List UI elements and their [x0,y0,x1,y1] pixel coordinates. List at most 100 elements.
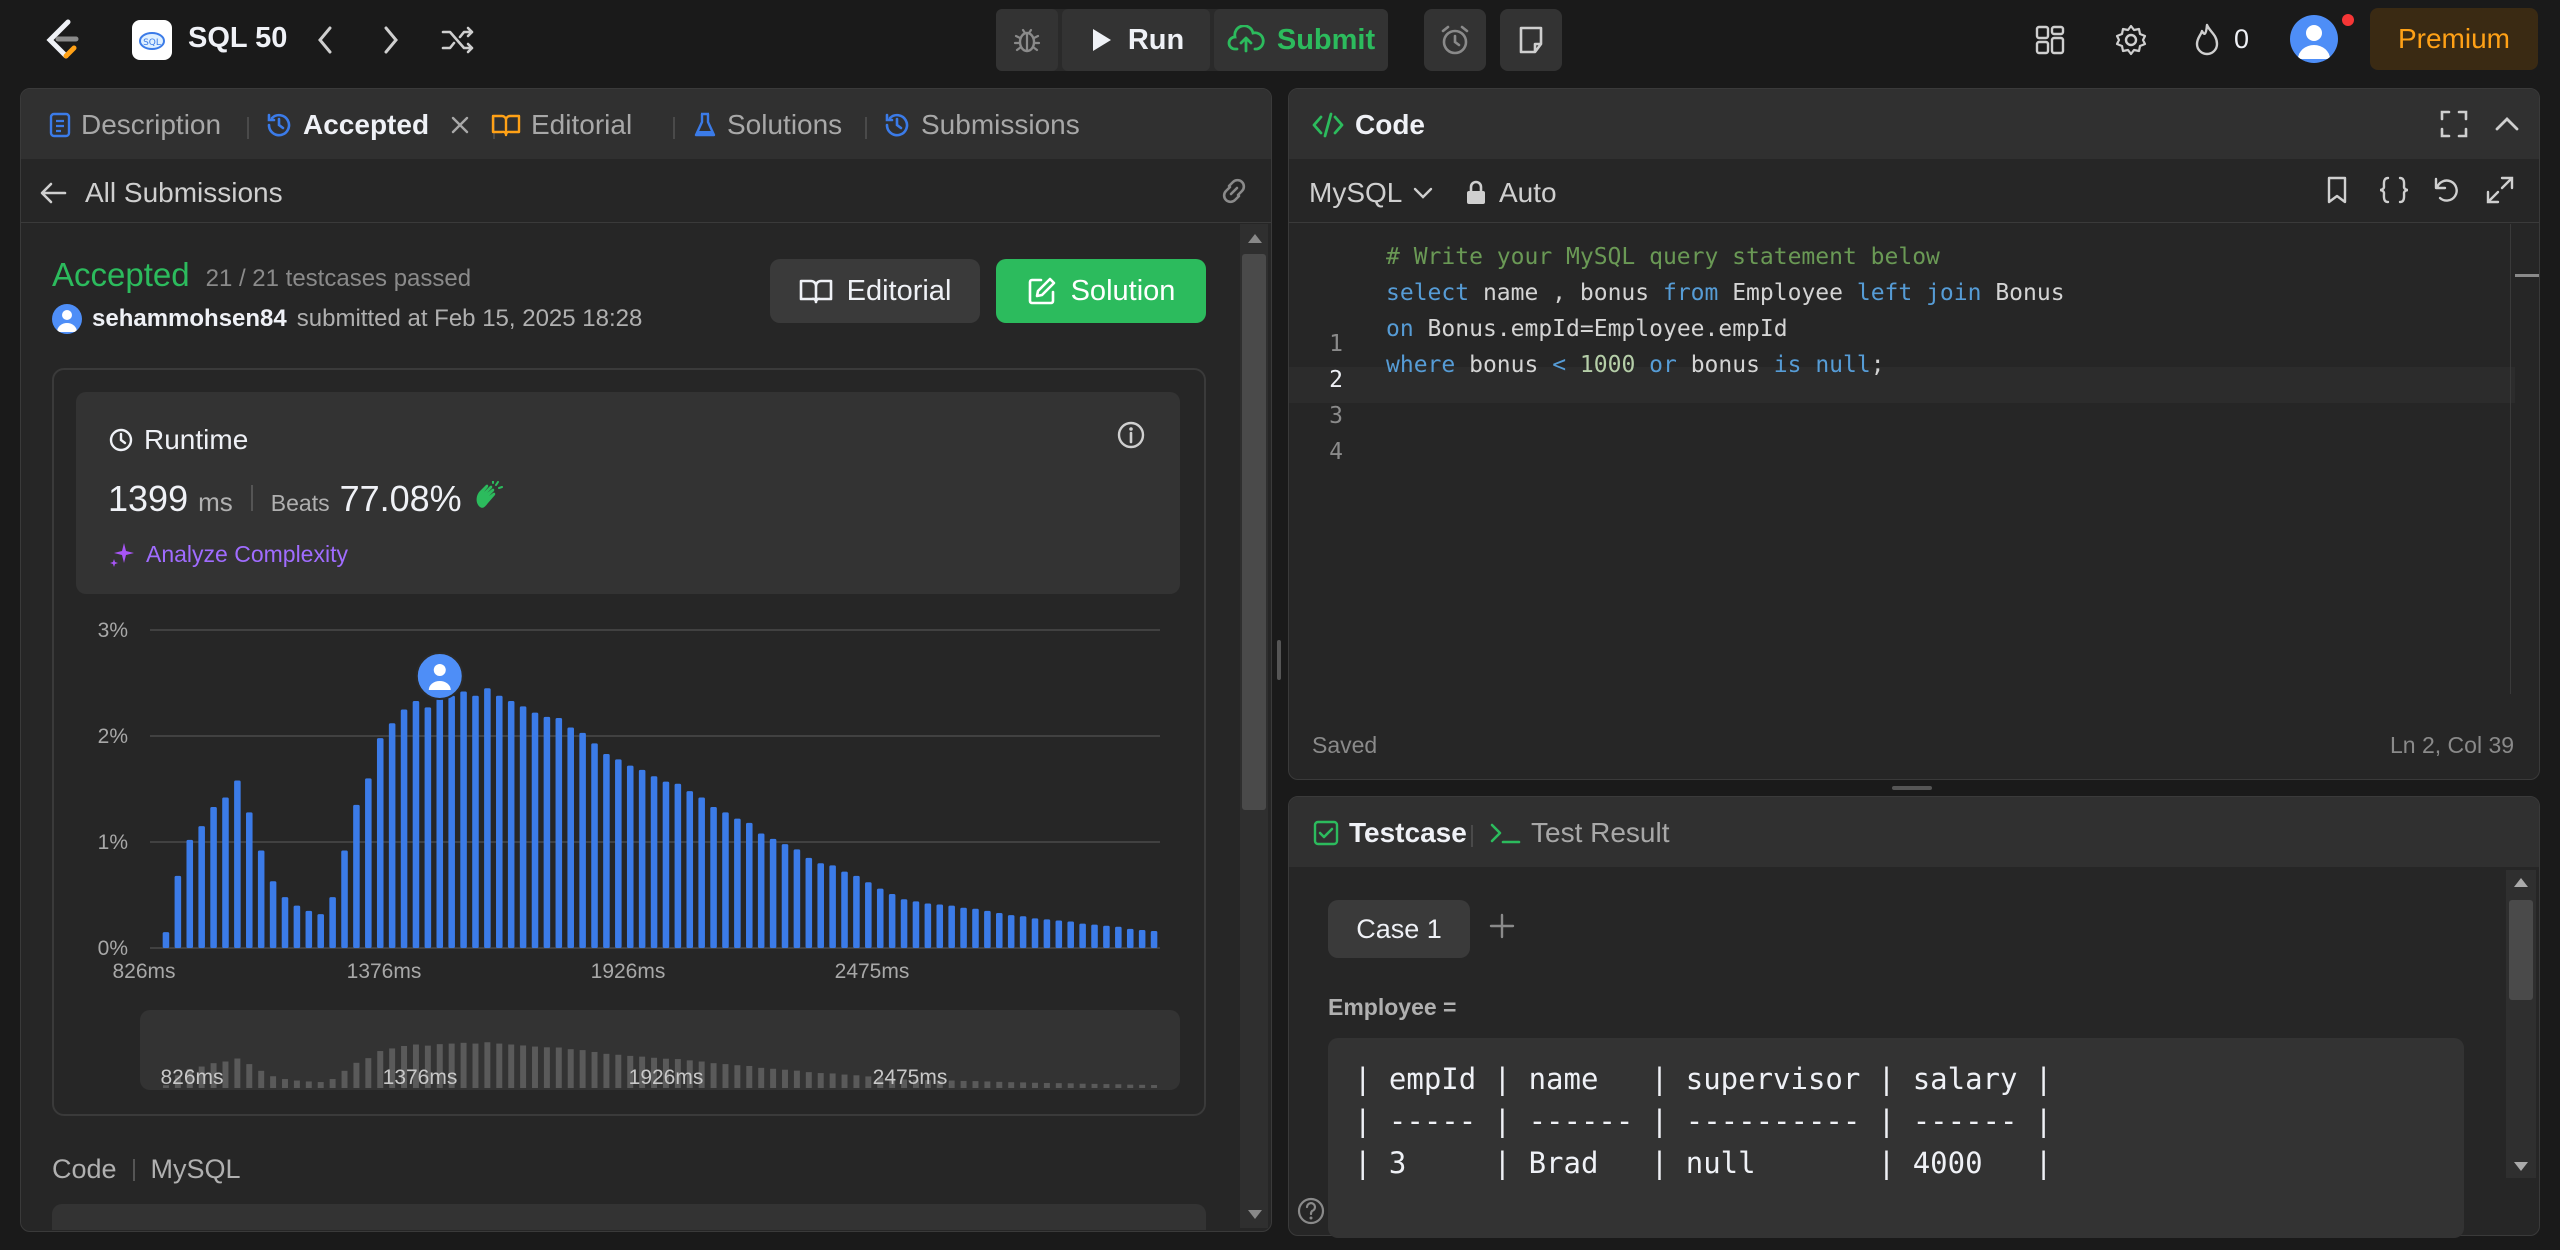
chart-bar[interactable] [579,732,586,948]
sql-badge-icon[interactable]: SQL [132,20,172,60]
chart-bar[interactable] [1031,918,1039,948]
user-avatar[interactable] [2290,15,2338,63]
chart-bar[interactable] [1138,929,1146,948]
chart-bar[interactable] [888,893,896,948]
chart-bar[interactable] [376,738,384,948]
scroll-down-icon[interactable] [2514,1162,2528,1171]
premium-button[interactable]: Premium [2370,8,2538,70]
panel-resize-handle-horizontal[interactable] [1892,786,1932,790]
chart-bar[interactable] [686,791,694,948]
chart-bar[interactable] [698,797,705,948]
help-question-icon[interactable] [1296,1196,1326,1226]
format-braces-icon[interactable] [2377,175,2411,205]
editor-scrollbar[interactable] [2510,224,2539,694]
chart-bar[interactable] [591,743,598,948]
chart-bar[interactable] [924,903,932,948]
chart-bar[interactable] [1079,923,1086,948]
chart-bar[interactable] [603,754,610,948]
chart-bar[interactable] [746,822,753,948]
chart-bar[interactable] [1091,924,1098,948]
chart-bar[interactable] [626,765,634,948]
solution-button[interactable]: Solution [996,259,1206,323]
chart-bar[interactable] [841,871,848,948]
chart-bar[interactable] [305,910,313,948]
chart-bar[interactable] [567,727,574,948]
chart-bar[interactable] [781,844,789,948]
testcase-scrollbar[interactable] [2506,870,2536,1178]
chart-bar[interactable] [186,839,194,948]
expand-icon[interactable] [2485,175,2515,205]
submit-button[interactable]: Submit [1214,9,1388,71]
submitter-avatar[interactable] [52,304,82,334]
chart-bar[interactable] [948,905,955,948]
chart-bar[interactable] [615,759,622,948]
panel-resize-handle[interactable] [1277,640,1281,680]
chart-bar[interactable] [865,882,872,948]
chart-bar[interactable] [984,910,991,948]
chart-bar[interactable] [912,901,920,948]
testcase-scrollbar-thumb[interactable] [2509,900,2533,1000]
chevron-up-icon[interactable] [2493,111,2521,135]
chart-bar[interactable] [448,695,455,948]
chart-bar[interactable] [1019,916,1027,948]
chart-bar[interactable] [543,716,551,948]
chart-bar[interactable] [531,712,539,948]
notes-button[interactable] [1500,9,1562,71]
all-submissions-link[interactable]: All Submissions [39,177,283,209]
tab-submissions[interactable]: Submissions [883,109,1080,141]
chart-bar[interactable] [353,804,360,948]
chart-bar[interactable] [400,709,408,949]
chart-bar[interactable] [710,807,717,948]
chart-bar[interactable] [829,865,836,948]
chart-bar[interactable] [817,863,824,948]
mini-distribution-chart[interactable]: 826ms 1376ms 1926ms 2475ms [140,1010,1180,1090]
auto-mode-toggle[interactable]: Auto [1465,177,1557,209]
runtime-distribution-chart[interactable]: 3% 2% 1% 0%826ms 1376ms 1926ms 2475ms [76,600,1186,1000]
chart-bar[interactable] [853,875,860,948]
settings-gear-icon[interactable] [2114,23,2148,57]
chart-bar[interactable] [210,807,217,948]
chevron-right-icon[interactable] [378,24,404,56]
chart-bar[interactable] [198,826,205,948]
chart-bar[interactable] [1150,931,1158,948]
chart-bar[interactable] [365,778,372,948]
tab-description[interactable]: Description [49,109,221,141]
chart-bar[interactable] [900,899,908,948]
chart-bar[interactable] [769,838,777,948]
chart-bar[interactable] [757,833,765,948]
chart-bar[interactable] [1126,928,1134,948]
chart-bar[interactable] [388,723,396,948]
fire-streak-icon[interactable] [2192,22,2222,58]
chart-bar[interactable] [960,907,967,948]
chart-bar[interactable] [674,783,682,948]
chart-bar[interactable] [293,905,301,948]
chevron-left-icon[interactable] [312,24,338,56]
tab-test-result[interactable]: Test Result [1489,817,1670,849]
chart-bar[interactable] [436,698,444,948]
chart-bar[interactable] [519,706,527,948]
chart-bar[interactable] [936,904,944,948]
run-button[interactable]: Run [1062,9,1210,71]
chart-bar[interactable] [876,888,884,948]
link-icon[interactable] [1217,177,1251,205]
tab-solutions[interactable]: Solutions [693,109,842,141]
layout-grid-icon[interactable] [2034,24,2066,56]
info-icon[interactable] [1116,420,1146,450]
tab-testcase[interactable]: Testcase [1313,817,1467,849]
reset-undo-icon[interactable] [2431,175,2461,205]
chart-bar[interactable] [638,769,646,948]
chart-bar[interactable] [174,875,182,948]
chart-bar[interactable] [246,812,253,948]
chart-bar[interactable] [341,850,348,948]
chart-bar[interactable] [972,908,979,948]
chart-bar[interactable] [317,914,324,948]
chart-bar[interactable] [269,881,277,948]
language-selector[interactable]: MySQL [1309,177,1434,209]
code-tab[interactable]: Code [1311,109,1425,141]
chart-bar[interactable] [507,701,515,948]
chart-bar[interactable] [793,849,801,948]
case-1-tab[interactable]: Case 1 [1328,900,1470,958]
chart-bar[interactable] [996,913,1003,948]
timer-button[interactable] [1424,9,1486,71]
analyze-complexity-link[interactable]: Analyze Complexity [108,540,348,568]
